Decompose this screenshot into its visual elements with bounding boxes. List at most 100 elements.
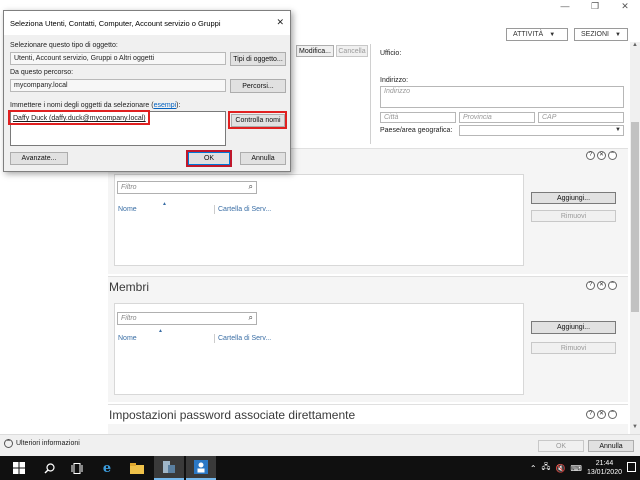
chevron-down-icon: ▼ (615, 31, 621, 38)
address-field[interactable]: Indirizzo (380, 86, 624, 108)
filter-placeholder: Filtro (121, 184, 137, 191)
search-icon[interactable] (34, 456, 64, 480)
filter-input[interactable]: Filtro ⌕ (117, 181, 257, 194)
speaker-muted-icon[interactable]: 🔇 (555, 464, 565, 473)
clock[interactable]: 21:44 13/01/2020 (587, 459, 622, 477)
column-header-name[interactable]: Nome (118, 335, 137, 342)
highlight-box (228, 111, 287, 129)
filter-placeholder: Filtro (121, 315, 137, 322)
province-field[interactable]: Provincia (459, 112, 535, 123)
modify-button[interactable]: Modifica... (296, 45, 334, 57)
collapse-icon[interactable]: ⌃ (608, 281, 617, 290)
section-controls: ? ✕ ⌃ (586, 281, 617, 290)
cancel-button[interactable]: Annulla (588, 440, 634, 452)
more-info-toggle[interactable]: ⌃ Ulteriori informazioni (4, 439, 80, 448)
ime-icon[interactable]: ⌨ (570, 464, 582, 473)
column-header-name[interactable]: Nome (118, 206, 137, 213)
tasks-label: ATTIVITÀ (513, 31, 544, 38)
chevron-down-icon: ▼ (615, 127, 621, 133)
clock-time: 21:44 (595, 460, 614, 467)
collapse-icon[interactable]: ⌃ (608, 410, 617, 419)
search-icon[interactable]: ⌕ (249, 182, 253, 192)
scroll-up-icon[interactable]: ▲ (630, 42, 640, 52)
add-button[interactable]: Aggiungi... (531, 192, 616, 204)
server-manager-icon[interactable] (154, 456, 184, 480)
column-separator (214, 205, 215, 214)
edge-icon[interactable]: e (92, 456, 122, 480)
help-icon[interactable]: ? (586, 410, 595, 419)
remove-button[interactable]: Rimuovi (531, 342, 616, 354)
window-controls: — ❐ ✕ (550, 0, 640, 14)
advanced-button[interactable]: Avanzate... (10, 152, 68, 165)
close-icon[interactable]: ✕ (597, 281, 606, 290)
cancel-modify-button[interactable]: Cancella (336, 45, 368, 57)
password-section-body (108, 424, 628, 434)
clock-date: 13/01/2020 (586, 469, 622, 476)
country-select[interactable]: ▼ (459, 125, 624, 136)
divider (370, 44, 371, 144)
section-controls: ? ✕ ⌃ (586, 151, 617, 160)
sort-ascending-icon: ▲ (158, 328, 163, 334)
object-types-button[interactable]: Tipi di oggetto... (230, 52, 286, 66)
close-icon[interactable]: ✕ (597, 151, 606, 160)
system-tray: ⌃ 🖧 🔇 ⌨ 21:44 13/01/2020 (530, 456, 640, 480)
country-label: Paese/area geografica: (380, 127, 453, 134)
names-label: Immettere i nomi degli oggetti da selezi… (10, 102, 180, 109)
locations-button[interactable]: Percorsi... (230, 79, 286, 93)
more-info-label: Ulteriori informazioni (16, 440, 80, 447)
object-type-field: Utenti, Account servizio, Gruppi o Altri… (10, 52, 226, 65)
password-section-title: Impostazioni password associate direttam… (109, 408, 356, 422)
object-type-label: Selezionare questo tipo di oggetto: (10, 42, 118, 49)
address-label: Indirizzo: (380, 77, 409, 84)
add-button[interactable]: Aggiungi... (531, 321, 616, 334)
chevron-down-icon: ▼ (549, 31, 556, 38)
dialog-title: Seleziona Utenti, Contatti, Computer, Ac… (10, 19, 221, 28)
highlight-box (8, 110, 150, 125)
vertical-scrollbar[interactable]: ▲ ▼ (630, 42, 640, 434)
office-label: Ufficio: (380, 50, 402, 57)
dialog-titlebar[interactable]: Seleziona Utenti, Contatti, Computer, Ac… (4, 11, 290, 35)
location-label: Da questo percorso: (10, 69, 74, 76)
collapse-icon[interactable]: ⌃ (608, 151, 617, 160)
examples-link[interactable]: esempi (154, 102, 177, 109)
column-separator (214, 334, 215, 343)
restore-icon[interactable]: ❐ (580, 0, 610, 14)
file-explorer-icon[interactable] (122, 456, 152, 480)
location-field: mycompany.local (10, 79, 226, 92)
remove-button[interactable]: Rimuovi (531, 210, 616, 222)
names-label-suffix: ): (176, 102, 181, 109)
help-icon[interactable]: ? (586, 151, 595, 160)
tasks-menu-button[interactable]: ATTIVITÀ ▼ (506, 28, 568, 41)
sections-label: SEZIONI (581, 31, 610, 38)
ok-button[interactable]: OK (538, 440, 584, 452)
select-objects-dialog: Seleziona Utenti, Contatti, Computer, Ac… (3, 10, 291, 172)
sections-menu-button[interactable]: SEZIONI ▼ (574, 28, 628, 41)
chevron-up-icon: ⌃ (4, 439, 13, 448)
close-icon[interactable]: ✕ (276, 17, 284, 28)
cancel-button[interactable]: Annulla (240, 152, 286, 165)
zip-field[interactable]: CAP (538, 112, 624, 123)
taskbar: e ⌃ 🖧 🔇 ⌨ 21:44 13/01/2020 (0, 456, 640, 480)
bottom-bar: ⌃ Ulteriori informazioni OK Annulla (0, 434, 640, 456)
column-header-folder[interactable]: Cartella di Serv... (218, 206, 271, 213)
close-icon[interactable]: ✕ (610, 0, 640, 14)
column-header-folder[interactable]: Cartella di Serv... (218, 335, 271, 342)
filter-input[interactable]: Filtro ⌕ (117, 312, 257, 325)
help-icon[interactable]: ? (586, 281, 595, 290)
chevron-up-icon[interactable]: ⌃ (530, 464, 537, 473)
names-label-text: Immettere i nomi degli oggetti da selezi… (10, 102, 154, 109)
windows-start-icon[interactable] (4, 456, 34, 480)
task-view-icon[interactable] (62, 456, 92, 480)
highlight-box (186, 150, 232, 167)
close-icon[interactable]: ✕ (597, 410, 606, 419)
scroll-down-icon[interactable]: ▼ (630, 424, 640, 434)
scrollbar-thumb[interactable] (631, 122, 639, 312)
members-section-title: Membri (109, 280, 150, 294)
minimize-icon[interactable]: — (550, 0, 580, 14)
search-icon[interactable]: ⌕ (249, 313, 253, 323)
network-icon[interactable]: 🖧 (542, 461, 551, 475)
ad-admin-center-icon[interactable] (186, 456, 216, 480)
notifications-icon[interactable] (627, 462, 636, 472)
city-field[interactable]: Città (380, 112, 456, 123)
section-controls: ? ✕ ⌃ (586, 410, 617, 419)
